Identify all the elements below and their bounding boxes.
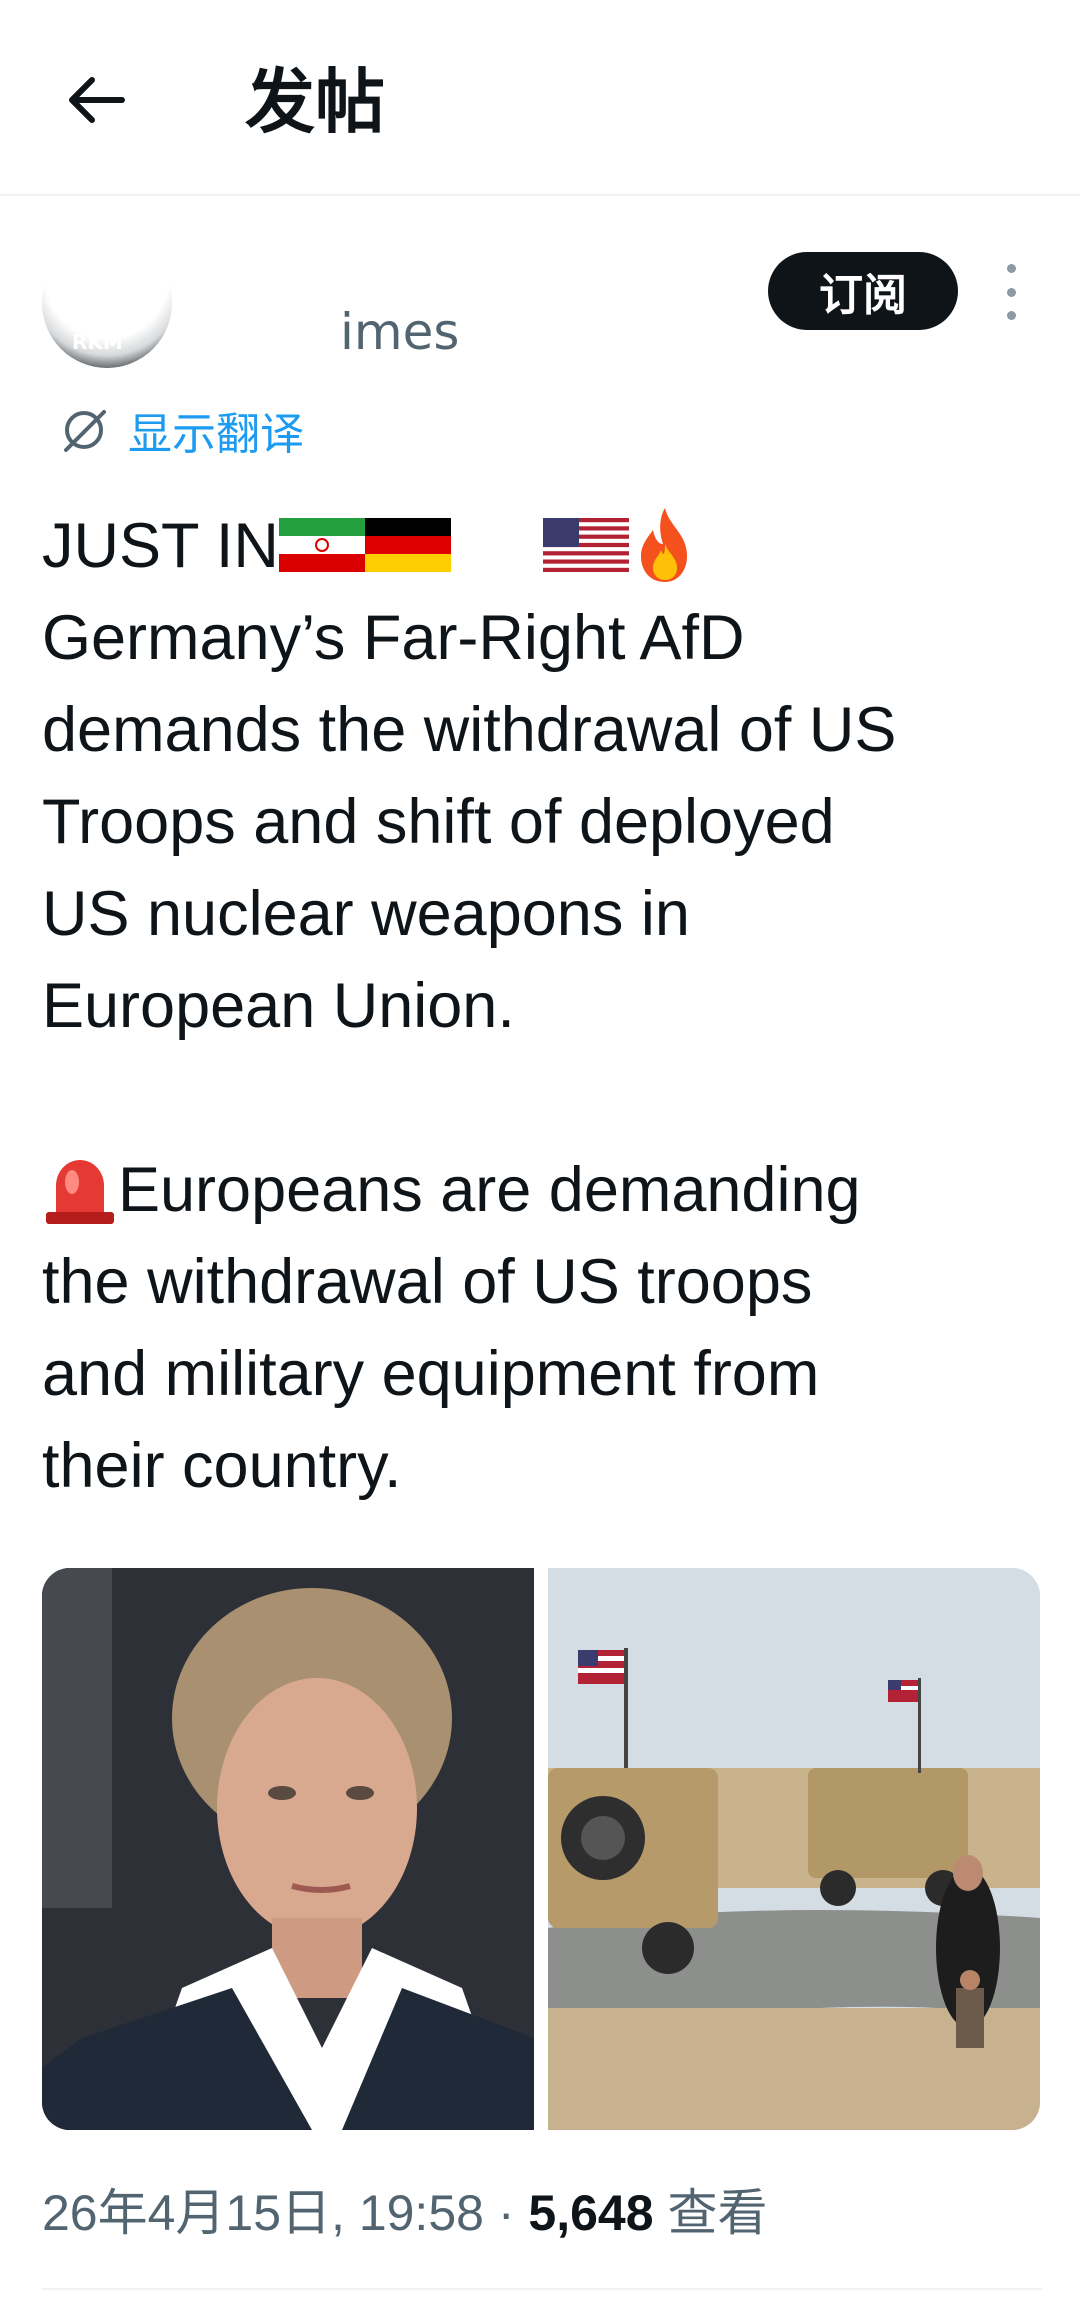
convoy-photo-icon — [548, 1568, 1040, 2130]
fire-icon — [640, 508, 687, 583]
subscribe-button[interactable]: 订阅 — [768, 252, 958, 330]
translation-label: 显示翻译 — [128, 409, 304, 460]
arrow-left-icon — [69, 77, 125, 123]
media-photo-convoy[interactable] — [548, 1568, 1040, 2130]
divider — [42, 2288, 1042, 2290]
avatar[interactable]: RKM — [42, 238, 172, 368]
media-grid — [42, 1568, 1040, 2130]
post-line: Europeans are demanding — [42, 1144, 1042, 1236]
post-line: the withdrawal of US troops — [42, 1247, 813, 1317]
post-detail-page: 发帖 RKM imes 订阅 显示翻译 JUST IN Germany’s Fa… — [0, 0, 1080, 2303]
views-label: 查看 — [667, 2185, 768, 2241]
portrait-photo-icon — [42, 1568, 534, 2130]
more-options-button[interactable] — [988, 264, 1034, 320]
post-timestamp[interactable]: 26年4月15日, 19:58 — [42, 2185, 484, 2241]
post-text: JUST IN Germany’s Far-Right AfD demands … — [42, 500, 1042, 1512]
post-line: their country. — [42, 1431, 402, 1501]
author-handle[interactable]: imes — [340, 302, 459, 362]
post-line: Germany’s Far-Right AfD — [42, 603, 745, 673]
avatar-text: RKM — [72, 330, 123, 354]
page-title: 发帖 — [245, 61, 385, 143]
views-count: 5,648 — [528, 2185, 654, 2241]
post-line: and military equipment from — [42, 1339, 820, 1409]
post-line: JUST IN — [42, 500, 1042, 592]
app-bar: 发帖 — [0, 0, 1080, 196]
iran-flag-icon — [278, 518, 365, 573]
post-line: Troops and shift of deployed — [42, 787, 835, 857]
more-dot-icon — [1006, 287, 1016, 297]
post-meta: 26年4月15日, 19:58 · 5,648 查看 — [42, 2178, 767, 2248]
post-line: European Union. — [42, 971, 515, 1041]
show-translation-link[interactable]: 显示翻译 — [58, 398, 304, 462]
media-photo-portrait[interactable] — [42, 1568, 534, 2130]
globe-slash-icon — [64, 410, 106, 452]
meta-separator: · — [497, 2185, 515, 2241]
police-light-icon — [46, 1160, 114, 1225]
us-flag-icon — [542, 518, 629, 573]
back-button[interactable] — [56, 60, 136, 140]
more-dot-icon — [1006, 311, 1016, 320]
post-line: demands the withdrawal of US — [42, 695, 897, 765]
more-dot-icon — [1006, 264, 1016, 273]
post-line: US nuclear weapons in — [42, 879, 690, 949]
germany-flag-icon — [364, 518, 451, 573]
